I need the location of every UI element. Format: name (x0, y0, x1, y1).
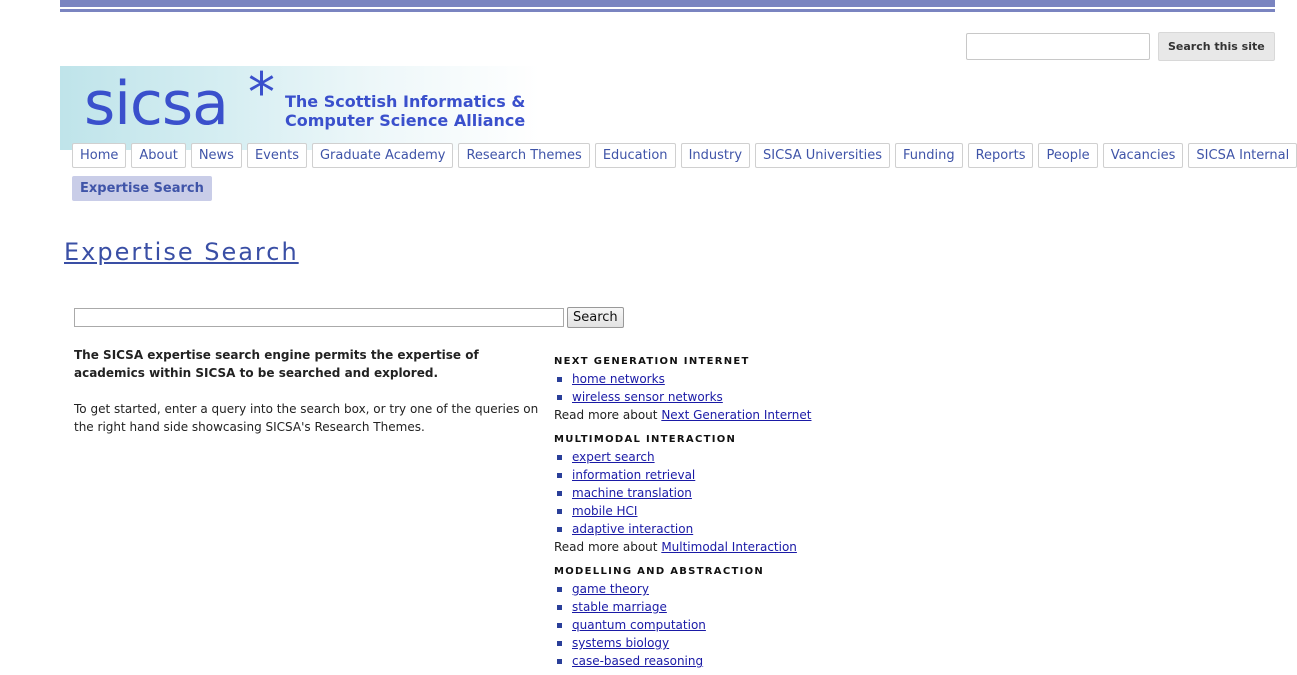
logo-wordmark: sicsa (84, 69, 229, 139)
theme-next-generation-internet: NEXT GENERATION INTERNET home networks w… (554, 354, 954, 424)
query-link[interactable]: home networks (572, 372, 665, 386)
list-item: mobile HCI (554, 502, 954, 520)
list-item: game theory (554, 580, 954, 598)
intro-lead: The SICSA expertise search engine permit… (74, 348, 479, 380)
nav-graduate-academy[interactable]: Graduate Academy (311, 143, 454, 168)
nav-reports[interactable]: Reports (967, 143, 1034, 168)
logo-tagline: The Scottish Informatics & Computer Scie… (285, 92, 525, 130)
bullet-icon (557, 641, 562, 646)
theme-multimodal-interaction: MULTIMODAL INTERACTION expert search inf… (554, 432, 954, 556)
list-item: wireless sensor networks (554, 388, 954, 406)
site-search-form: Search this site (966, 32, 1275, 61)
list-item: systems biology (554, 634, 954, 652)
nav-education[interactable]: Education (594, 143, 676, 168)
query-link[interactable]: machine translation (572, 486, 692, 500)
query-link[interactable]: wireless sensor networks (572, 390, 723, 404)
bullet-icon (557, 509, 562, 514)
logo-tagline-line-2: Computer Science Alliance (285, 111, 526, 130)
bullet-icon (557, 455, 562, 460)
nav-industry[interactable]: Industry (680, 143, 751, 168)
header-bar (60, 0, 1275, 7)
nav-news[interactable]: News (190, 143, 242, 168)
query-link[interactable]: mobile HCI (572, 504, 637, 518)
nav-expertise-search[interactable]: Expertise Search (72, 176, 212, 201)
theme-heading: MODELLING AND ABSTRACTION (554, 566, 765, 577)
research-themes-panel: NEXT GENERATION INTERNET home networks w… (554, 354, 954, 675)
logo-star-icon: * (248, 61, 275, 124)
nav-about[interactable]: About (131, 143, 186, 168)
query-link[interactable]: case-based reasoning (572, 654, 703, 668)
expertise-search-input[interactable] (74, 308, 564, 327)
bullet-icon (557, 395, 562, 400)
theme-heading: MULTIMODAL INTERACTION (554, 434, 737, 445)
list-item: stable marriage (554, 598, 954, 616)
read-more-prefix: Read more about (554, 408, 662, 422)
main-nav: Home About News Events Graduate Academy … (72, 143, 1297, 201)
bullet-icon (557, 491, 562, 496)
list-item: information retrieval (554, 466, 954, 484)
theme-query-list: expert search information retrieval mach… (554, 448, 954, 538)
intro-text: The SICSA expertise search engine permit… (74, 346, 539, 454)
page: Search this site sicsa * The Scottish In… (0, 0, 1297, 675)
site-search-input[interactable] (966, 33, 1150, 60)
page-title[interactable]: Expertise Search (64, 238, 299, 266)
nav-research-themes[interactable]: Research Themes (458, 143, 590, 168)
list-item: case-based reasoning (554, 652, 954, 670)
query-link[interactable]: stable marriage (572, 600, 667, 614)
expertise-search-button[interactable]: Search (567, 307, 624, 328)
main-nav-row: Home About News Events Graduate Academy … (72, 143, 1297, 168)
list-item: machine translation (554, 484, 954, 502)
nav-events[interactable]: Events (246, 143, 307, 168)
query-link[interactable]: quantum computation (572, 618, 706, 632)
intro-body: To get started, enter a query into the s… (74, 402, 539, 434)
nav-vacancies[interactable]: Vacancies (1102, 143, 1184, 168)
list-item: expert search (554, 448, 954, 466)
nav-home[interactable]: Home (72, 143, 127, 168)
bullet-icon (557, 659, 562, 664)
bullet-icon (557, 377, 562, 382)
list-item: quantum computation (554, 616, 954, 634)
bullet-icon (557, 623, 562, 628)
expertise-search-form: Search (74, 307, 624, 328)
nav-sicsa-internal[interactable]: SICSA Internal (1188, 143, 1297, 168)
read-more: Read more about Next Generation Internet (554, 406, 954, 424)
theme-heading: NEXT GENERATION INTERNET (554, 356, 750, 367)
read-more-prefix: Read more about (554, 540, 662, 554)
bullet-icon (557, 605, 562, 610)
query-link[interactable]: adaptive interaction (572, 522, 693, 536)
theme-modelling-and-abstraction: MODELLING AND ABSTRACTION game theory st… (554, 564, 954, 670)
main-nav-row-2: Expertise Search (72, 176, 1232, 201)
list-item: adaptive interaction (554, 520, 954, 538)
list-item: home networks (554, 370, 954, 388)
bullet-icon (557, 473, 562, 478)
theme-query-list: home networks wireless sensor networks (554, 370, 954, 406)
theme-query-list: game theory stable marriage quantum comp… (554, 580, 954, 670)
logo-tagline-line-1: The Scottish Informatics & (285, 92, 526, 111)
query-link[interactable]: expert search (572, 450, 655, 464)
query-link[interactable]: game theory (572, 582, 649, 596)
read-more-link[interactable]: Next Generation Internet (661, 408, 811, 422)
read-more-link[interactable]: Multimodal Interaction (661, 540, 797, 554)
bullet-icon (557, 587, 562, 592)
nav-people[interactable]: People (1038, 143, 1098, 168)
site-search-button[interactable]: Search this site (1158, 32, 1275, 61)
bullet-icon (557, 527, 562, 532)
query-link[interactable]: information retrieval (572, 468, 695, 482)
nav-funding[interactable]: Funding (895, 143, 963, 168)
query-link[interactable]: systems biology (572, 636, 669, 650)
header-bar-thin (60, 9, 1275, 12)
site-logo[interactable]: sicsa * The Scottish Informatics & Compu… (60, 66, 540, 150)
read-more: Read more about Multimodal Interaction (554, 538, 954, 556)
nav-sicsa-universities[interactable]: SICSA Universities (755, 143, 890, 168)
